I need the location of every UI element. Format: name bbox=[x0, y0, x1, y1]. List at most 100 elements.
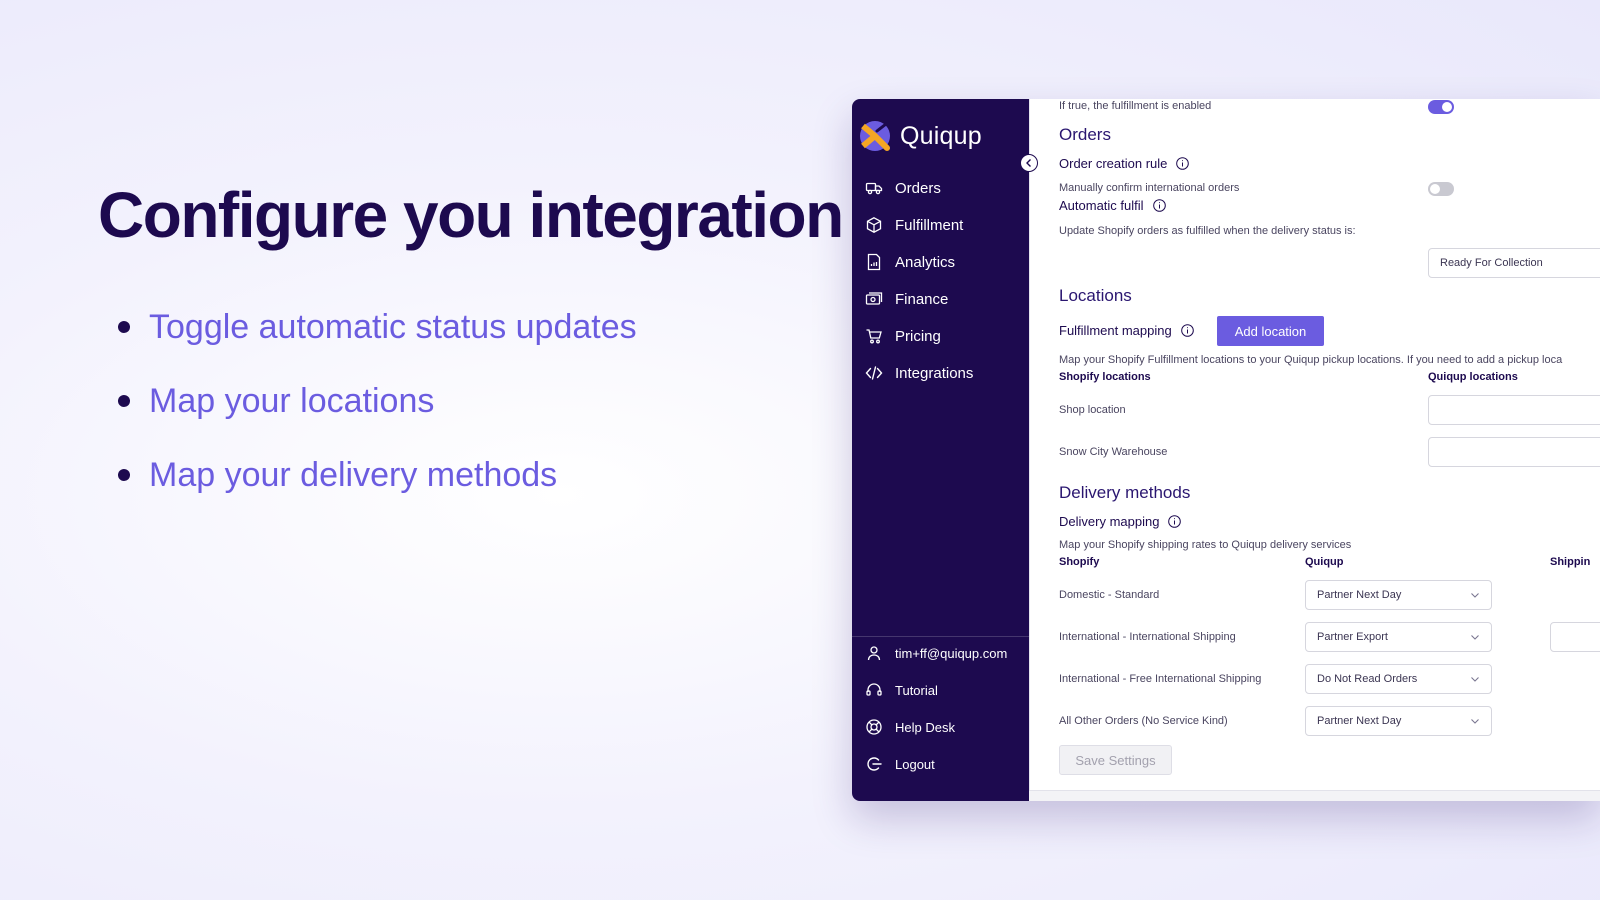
hero-bullet-text: Toggle automatic status updates bbox=[149, 307, 637, 346]
bullet-dot bbox=[118, 469, 130, 481]
quiqup-location-input[interactable] bbox=[1428, 395, 1600, 425]
delivery-service-select[interactable]: Partner Next Day bbox=[1305, 706, 1492, 736]
select-value: Ready For Collection bbox=[1440, 257, 1543, 269]
automatic-fulfil-label: Automatic fulfil bbox=[1059, 198, 1166, 213]
chevron-down-icon bbox=[1471, 635, 1479, 640]
user-icon bbox=[865, 644, 883, 662]
delivery-shipping-header: Shippin bbox=[1550, 556, 1591, 568]
nav-label: Integrations bbox=[895, 364, 974, 382]
delivery-description: Map your Shopify shipping rates to Quiqu… bbox=[1059, 539, 1352, 551]
quiqup-location-input[interactable] bbox=[1428, 437, 1600, 467]
add-location-button[interactable]: Add location bbox=[1217, 316, 1324, 346]
cash-icon bbox=[865, 290, 883, 308]
chevron-down-icon bbox=[1471, 719, 1479, 724]
nav-item-orders[interactable]: Orders bbox=[865, 179, 941, 197]
brand-logo[interactable]: Quiqup bbox=[858, 119, 982, 153]
automatic-fulfil-text: Automatic fulfil bbox=[1059, 198, 1144, 213]
sidebar: Quiqup Orders Fulfillment Analytics Fina… bbox=[852, 99, 1029, 801]
hero-bullets: Toggle automatic status updates Map your… bbox=[118, 290, 637, 512]
report-icon bbox=[865, 253, 883, 271]
sidebar-collapse-button[interactable] bbox=[1020, 154, 1038, 172]
hero-bullet: Toggle automatic status updates bbox=[118, 290, 637, 364]
locations-description: Map your Shopify Fulfillment locations t… bbox=[1059, 354, 1563, 366]
toggle-knob bbox=[1430, 184, 1440, 194]
hero-headline: Configure you integration bbox=[98, 179, 844, 251]
location-row-label: Snow City Warehouse bbox=[1059, 446, 1168, 458]
truck-icon bbox=[865, 179, 883, 197]
code-icon bbox=[865, 364, 883, 382]
order-creation-rule-label: Order creation rule bbox=[1059, 156, 1190, 171]
manual-confirm-toggle[interactable] bbox=[1428, 182, 1454, 196]
bullet-dot bbox=[118, 321, 130, 333]
nav-label: Fulfillment bbox=[895, 216, 964, 234]
select-value: Partner Next Day bbox=[1317, 589, 1402, 601]
hero-bullet: Map your delivery methods bbox=[118, 438, 637, 512]
nav-item-tutorial[interactable]: Tutorial bbox=[865, 681, 938, 699]
info-icon[interactable] bbox=[1168, 515, 1182, 528]
toggle-knob bbox=[1442, 102, 1452, 112]
hero-bullet: Map your locations bbox=[118, 364, 637, 438]
fulfillment-enabled-toggle[interactable] bbox=[1428, 100, 1454, 114]
quiqup-logo-icon bbox=[860, 121, 890, 151]
bullet-dot bbox=[118, 395, 130, 407]
nav-item-help-desk[interactable]: Help Desk bbox=[865, 718, 955, 736]
account-email[interactable]: tim+ff@quiqup.com bbox=[865, 644, 1007, 662]
horizontal-scrollbar[interactable] bbox=[1029, 790, 1600, 801]
automatic-fulfil-status-select[interactable]: Ready For Collection bbox=[1428, 248, 1600, 278]
nav-label: Analytics bbox=[895, 253, 956, 271]
fulfillment-enabled-text: If true, the fulfillment is enabled bbox=[1059, 100, 1212, 112]
app-window: Quiqup Orders Fulfillment Analytics Fina… bbox=[852, 99, 1600, 801]
delivery-row-label: Domestic - Standard bbox=[1059, 589, 1160, 601]
shopify-locations-header: Shopify locations bbox=[1059, 371, 1151, 383]
nav-item-finance[interactable]: Finance bbox=[865, 290, 948, 308]
orders-section-title: Orders bbox=[1059, 125, 1111, 144]
location-row-label: Shop location bbox=[1059, 404, 1126, 416]
box-icon bbox=[865, 216, 883, 234]
nav-item-pricing[interactable]: Pricing bbox=[865, 327, 941, 345]
order-creation-rule-text: Order creation rule bbox=[1059, 156, 1168, 171]
select-value: Partner Next Day bbox=[1317, 715, 1402, 727]
nav-item-logout[interactable]: Logout bbox=[865, 755, 935, 773]
nav-item-integrations[interactable]: Integrations bbox=[865, 364, 973, 382]
delivery-shopify-header: Shopify bbox=[1059, 556, 1100, 568]
headset-icon bbox=[865, 681, 883, 699]
delivery-row-label: All Other Orders (No Service Kind) bbox=[1059, 715, 1228, 727]
nav-label: Orders bbox=[895, 179, 941, 197]
nav-label: Pricing bbox=[895, 327, 941, 345]
delivery-service-select[interactable]: Partner Next Day bbox=[1305, 580, 1492, 610]
nav-item-analytics[interactable]: Analytics bbox=[865, 253, 955, 271]
hero-bullet-text: Map your delivery methods bbox=[149, 455, 558, 494]
nav-label: Help Desk bbox=[895, 719, 955, 735]
nav-label: Tutorial bbox=[895, 682, 938, 698]
info-icon[interactable] bbox=[1176, 157, 1190, 170]
chevron-left-icon bbox=[1026, 159, 1031, 167]
locations-section-title: Locations bbox=[1059, 286, 1132, 305]
shipping-input[interactable] bbox=[1550, 622, 1600, 652]
hero-bullet-text: Map your locations bbox=[149, 381, 435, 420]
delivery-row-label: International - International Shipping bbox=[1059, 631, 1236, 643]
cart-icon bbox=[865, 327, 883, 345]
delivery-section-title: Delivery methods bbox=[1059, 483, 1191, 502]
sidebar-divider bbox=[852, 636, 1029, 637]
info-icon[interactable] bbox=[1152, 199, 1166, 212]
chevron-down-icon bbox=[1471, 677, 1479, 682]
automatic-fulfil-description: Update Shopify orders as fulfilled when … bbox=[1059, 225, 1356, 237]
delivery-service-select[interactable]: Do Not Read Orders bbox=[1305, 664, 1492, 694]
nav-item-fulfillment[interactable]: Fulfillment bbox=[865, 216, 963, 234]
save-settings-button[interactable]: Save Settings bbox=[1059, 745, 1172, 775]
delivery-mapping-text: Delivery mapping bbox=[1059, 514, 1160, 529]
fulfillment-mapping-label: Fulfillment mapping bbox=[1059, 323, 1194, 338]
info-icon[interactable] bbox=[1180, 324, 1194, 337]
settings-panel: If true, the fulfillment is enabled Orde… bbox=[1029, 99, 1600, 790]
brand-name: Quiqup bbox=[900, 121, 982, 150]
nav-label: Logout bbox=[895, 756, 935, 772]
nav-label: Finance bbox=[895, 290, 949, 308]
nav-label: tim+ff@quiqup.com bbox=[895, 645, 1008, 661]
lifebuoy-icon bbox=[865, 718, 883, 736]
chevron-down-icon bbox=[1471, 593, 1479, 598]
delivery-quiqup-header: Quiqup bbox=[1305, 556, 1344, 568]
select-value: Partner Export bbox=[1317, 631, 1388, 643]
delivery-mapping-label: Delivery mapping bbox=[1059, 514, 1182, 529]
delivery-row-label: International - Free International Shipp… bbox=[1059, 673, 1262, 685]
delivery-service-select[interactable]: Partner Export bbox=[1305, 622, 1492, 652]
